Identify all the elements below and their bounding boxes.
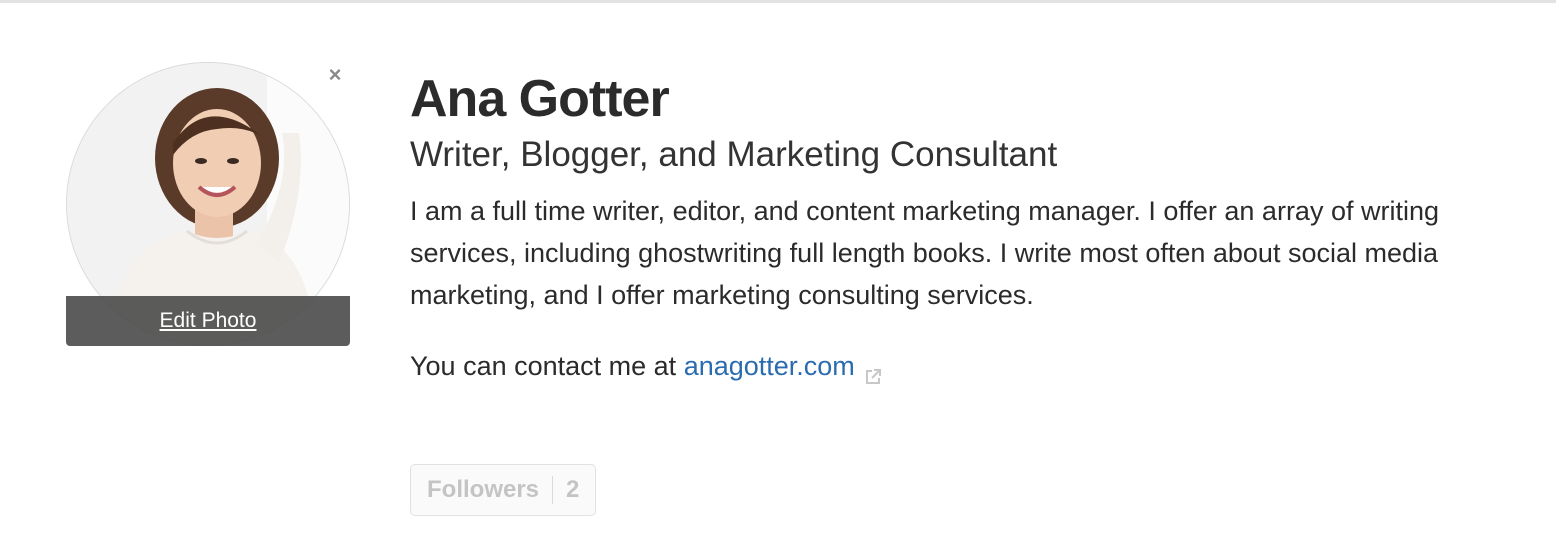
edit-photo-bar: Edit Photo (66, 296, 350, 346)
website-link[interactable]: anagotter.com (684, 351, 855, 381)
profile-name: Ana Gotter (410, 70, 670, 128)
followers-button[interactable]: Followers 2 (410, 464, 597, 516)
followers-count: 2 (566, 476, 580, 503)
top-border (0, 0, 1556, 3)
edit-photo-link[interactable]: Edit Photo (160, 309, 257, 333)
followers-divider (552, 476, 554, 504)
profile-photo: Edit Photo (66, 62, 350, 346)
contact-prefix: You can contact me at (410, 351, 684, 381)
followers-label: Followers (427, 476, 540, 503)
external-link-icon (863, 358, 883, 384)
close-icon[interactable]: × (324, 64, 346, 86)
profile-info: Ana Gotter Writer, Blogger, and Marketin… (410, 70, 1520, 386)
contact-line: You can contact me at anagotter.com (410, 346, 1520, 386)
profile-bio: I am a full time writer, editor, and con… (410, 196, 1439, 310)
profile-tagline: Writer, Blogger, and Marketing Consultan… (410, 135, 1058, 174)
